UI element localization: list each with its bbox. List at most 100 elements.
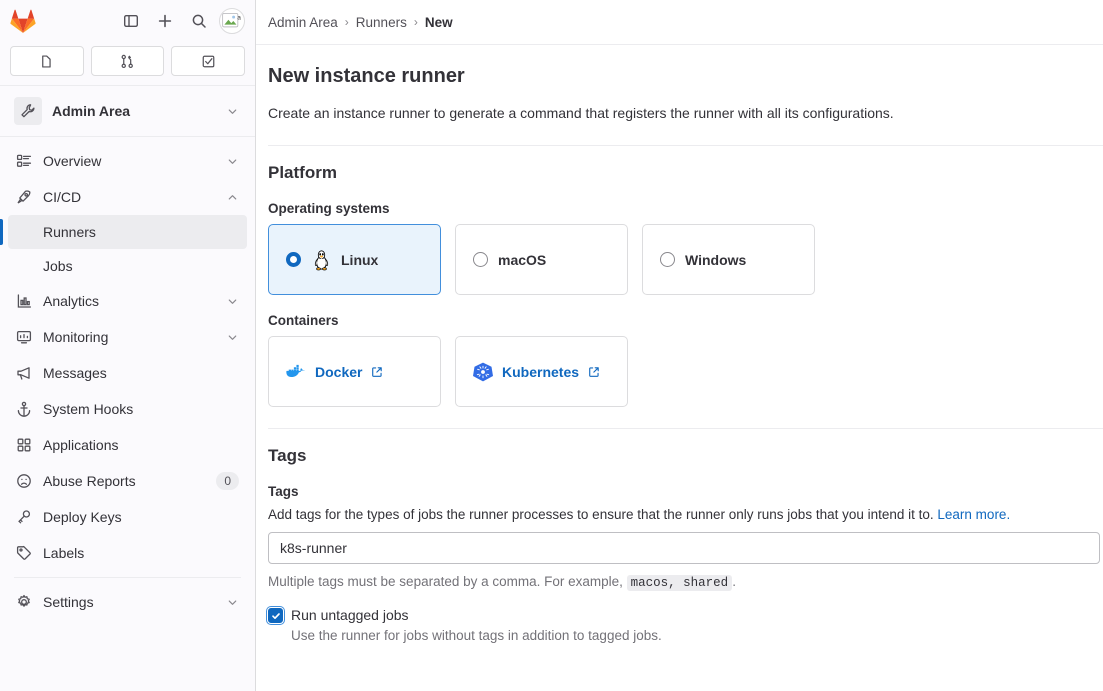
container-option-kubernetes[interactable]: Kubernetes	[455, 336, 628, 407]
chevron-down-icon	[226, 155, 239, 168]
os-option-label: Linux	[341, 251, 379, 268]
tags-learn-more-link[interactable]: Learn more.	[937, 507, 1010, 522]
anchor-icon	[14, 401, 34, 417]
sidebar-subitem-label: Jobs	[43, 258, 73, 274]
rocket-icon	[14, 189, 34, 205]
merge-requests-icon[interactable]	[90, 46, 165, 76]
radio-windows[interactable]	[660, 252, 675, 267]
sidebar-item-system-hooks[interactable]: System Hooks	[8, 391, 247, 427]
sidebar-context-switcher[interactable]: Admin Area	[0, 85, 255, 137]
operating-systems-label: Operating systems	[268, 201, 390, 216]
section-divider	[268, 428, 1103, 429]
os-option-macos[interactable]: macOS	[455, 224, 628, 295]
sidebar-item-label: Overview	[43, 153, 102, 169]
sidebar-item-label: System Hooks	[43, 401, 134, 417]
sidebar-divider	[14, 577, 241, 578]
tags-help-body: Add tags for the types of jobs the runne…	[268, 507, 938, 522]
kubernetes-icon	[473, 361, 493, 383]
sidebar-item-ci-cd[interactable]: CI/CD	[8, 179, 247, 215]
run-untagged-jobs-checkbox[interactable]	[268, 608, 283, 623]
tags-example-code: macos, shared	[626, 575, 733, 591]
tags-sub-help-prefix: Multiple tags must be separated by a com…	[268, 574, 627, 589]
overview-icon	[14, 153, 34, 169]
key-icon	[14, 509, 34, 525]
tags-sub-help: Multiple tags must be separated by a com…	[268, 573, 1103, 592]
context-name: Admin Area	[52, 103, 131, 119]
sidebar-item-applications[interactable]: Applications	[8, 427, 247, 463]
containers-label: Containers	[268, 313, 339, 328]
run-untagged-jobs-text: Run untagged jobs	[291, 606, 409, 624]
user-avatar[interactable]: a	[219, 8, 245, 34]
tags-section-heading: Tags	[268, 446, 307, 465]
gitlab-tanuki-logo[interactable]	[8, 6, 38, 36]
chevron-down-icon	[226, 331, 239, 344]
tags-sub-help-suffix: .	[732, 574, 736, 589]
page-body: New instance runner Create an instance r…	[256, 45, 1103, 645]
breadcrumb: Admin Area › Runners › New	[256, 0, 1103, 45]
sidebar-item-monitoring[interactable]: Monitoring	[8, 319, 247, 355]
sidebar-item-label: Monitoring	[43, 329, 109, 345]
container-option-docker[interactable]: Docker	[268, 336, 441, 407]
monitor-icon	[14, 329, 34, 345]
breadcrumb-item-new: New	[424, 14, 453, 30]
container-option-label: Docker	[315, 363, 363, 380]
gitlab-app-window: a Admin Area Overview CI/CD Runners Jobs…	[0, 0, 1103, 691]
breadcrumb-item-admin-area[interactable]: Admin Area	[268, 15, 338, 30]
sidebar-item-label: Settings	[43, 594, 94, 610]
sidebar-item-labels[interactable]: Labels	[8, 535, 247, 571]
sidebar-top-actions: a	[117, 7, 245, 35]
applications-icon	[14, 437, 34, 453]
containers-options: Docker Kubernetes	[268, 336, 1103, 407]
section-divider	[268, 145, 1103, 146]
abuse-reports-count-badge: 0	[216, 472, 239, 490]
tags-help-text: Add tags for the types of jobs the runne…	[268, 505, 1103, 524]
create-new-icon[interactable]	[151, 7, 179, 35]
sidebar-item-label: Abuse Reports	[43, 473, 136, 489]
sidebar-navigation: Overview CI/CD Runners Jobs Analytics Mo…	[0, 137, 255, 691]
os-option-label: macOS	[498, 251, 547, 268]
toggle-sidebar-icon[interactable]	[117, 7, 145, 35]
sidebar-item-runners[interactable]: Runners	[0, 215, 247, 249]
chevron-down-icon	[226, 105, 239, 118]
chevron-up-icon	[226, 191, 239, 204]
run-untagged-jobs-label[interactable]: Run untagged jobs	[291, 606, 409, 624]
os-option-windows[interactable]: Windows	[642, 224, 815, 295]
issues-icon[interactable]	[10, 46, 84, 76]
search-icon[interactable]	[185, 7, 213, 35]
context-admin-area[interactable]: Admin Area	[8, 91, 247, 131]
sidebar-item-settings[interactable]: Settings	[8, 584, 247, 620]
sidebar-top-bar: a	[0, 0, 255, 42]
sidebar-item-deploy-keys[interactable]: Deploy Keys	[8, 499, 247, 535]
container-option-label: Kubernetes	[502, 363, 580, 380]
tags-field-label: Tags	[268, 484, 299, 499]
platform-section-heading: Platform	[268, 163, 337, 182]
radio-macos[interactable]	[473, 252, 488, 267]
breadcrumb-separator-icon: ›	[413, 15, 418, 29]
sidebar-item-abuse-reports[interactable]: Abuse Reports 0	[8, 463, 247, 499]
sidebar-item-analytics[interactable]: Analytics	[8, 283, 247, 319]
sidebar-item-jobs[interactable]: Jobs	[8, 249, 247, 283]
chart-icon	[14, 293, 34, 309]
os-option-label: Windows	[685, 251, 747, 268]
main-content: Admin Area › Runners › New New instance …	[256, 0, 1103, 691]
sidebar-item-messages[interactable]: Messages	[8, 355, 247, 391]
sidebar-item-label: Deploy Keys	[43, 509, 122, 525]
run-untagged-jobs-description: Use the runner for jobs without tags in …	[291, 628, 662, 643]
breadcrumb-item-runners[interactable]: Runners	[356, 15, 407, 30]
tags-input[interactable]	[268, 532, 1100, 564]
sidebar-item-overview[interactable]: Overview	[8, 143, 247, 179]
svg-text:a: a	[237, 14, 241, 21]
sidebar-item-label: CI/CD	[43, 189, 82, 205]
sidebar-count-buttons	[0, 42, 255, 85]
sidebar-item-label: Messages	[43, 365, 107, 381]
todos-icon[interactable]	[171, 46, 246, 76]
chevron-down-icon	[226, 596, 239, 609]
radio-linux[interactable]	[286, 252, 301, 267]
os-option-linux[interactable]: Linux	[268, 224, 441, 295]
abuse-icon	[14, 473, 34, 489]
tux-icon	[311, 249, 331, 271]
sidebar-item-label: Analytics	[43, 293, 100, 309]
breadcrumb-separator-icon: ›	[344, 15, 349, 29]
sidebar: a Admin Area Overview CI/CD Runners Jobs…	[0, 0, 256, 691]
megaphone-icon	[14, 365, 34, 381]
